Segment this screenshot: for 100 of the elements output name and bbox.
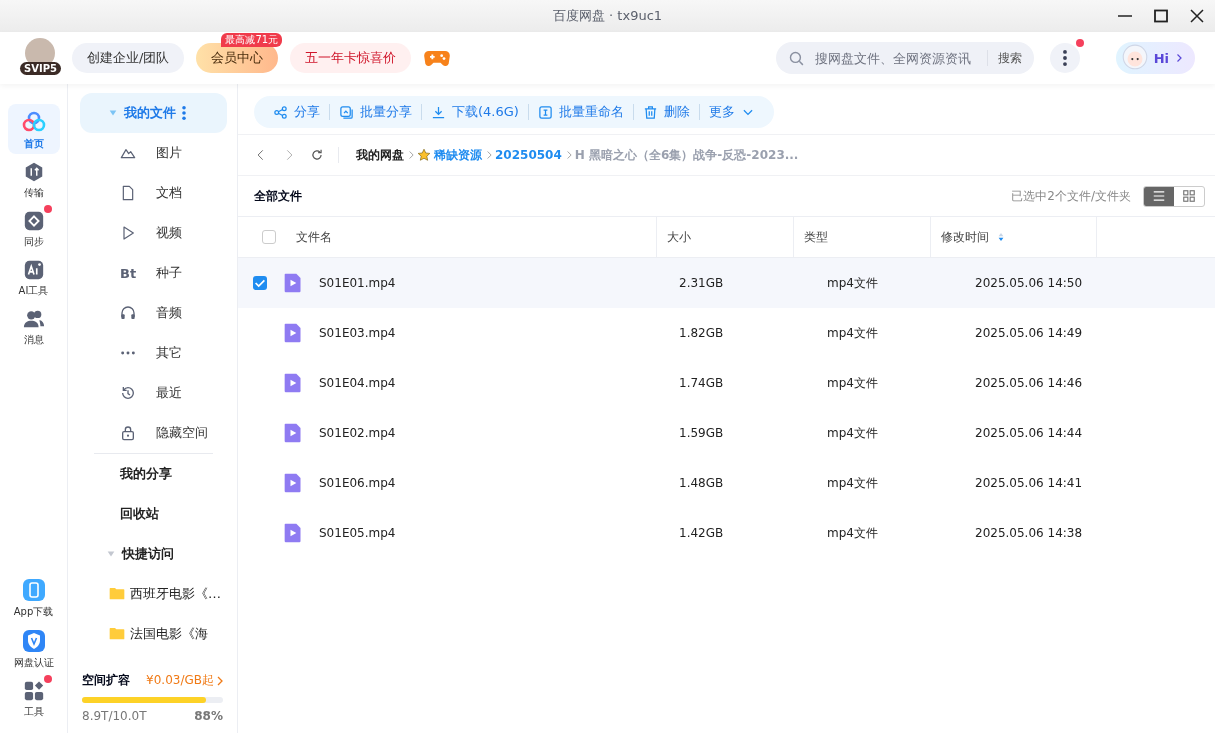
folder-icon [108,586,126,602]
share-icon [273,104,288,120]
category-item[interactable]: 文档 [80,173,227,213]
rail-label: 网盘认证 [13,656,54,670]
rail-label: 同步 [23,235,44,249]
folder-icon [108,626,126,642]
toolbar-button[interactable]: 删除 [632,104,699,120]
batch-share-icon [339,104,354,120]
video-file-icon [283,272,303,294]
file-name[interactable]: S01E05.mp4 [319,526,668,540]
toolbar-button[interactable]: 分享 [264,104,329,120]
video-file-icon [283,322,303,344]
file-name[interactable]: S01E03.mp4 [319,326,668,340]
category-item[interactable]: Bt 种子 [80,253,227,293]
file-row[interactable]: S01E02.mp4 1.59GB mp4文件 2025.05.06 14:44 [238,408,1215,458]
file-name[interactable]: S01E02.mp4 [319,426,668,440]
file-name[interactable]: S01E04.mp4 [319,376,668,390]
toolbar-button[interactable]: 批量重命名 [527,104,633,120]
video-file-icon [283,522,303,544]
category-item[interactable]: 视频 [80,213,227,253]
breadcrumb-item[interactable]: 我的网盘 [356,146,404,164]
table-cell-text: mp4文件 [826,424,879,442]
category-item[interactable]: 音频 [80,293,227,333]
column-header[interactable]: 文件名 [238,217,657,257]
toolbar-button[interactable]: 批量分享 [329,104,421,120]
file-row[interactable]: S01E01.mp4 2.31GB mp4文件 2025.05.06 14:50 [238,258,1215,308]
file-name[interactable]: S01E01.mp4 [319,276,668,290]
table-cell-text: 2025.05.06 14:46 [974,376,1083,390]
table-cell-text: 1.82GB [678,326,725,340]
trash-icon [642,104,658,120]
file-row[interactable]: S01E03.mp4 1.82GB mp4文件 2025.05.06 14:49 [238,308,1215,358]
search-button[interactable]: 搜索 [986,50,1022,66]
category-item[interactable]: 图片 [80,133,227,173]
close-icon [1189,8,1205,24]
quick-access-folder[interactable]: 西班牙电影《… [80,574,227,614]
lock-icon [120,425,136,441]
rail-label: 传输 [23,186,44,200]
people-icon [22,308,45,330]
breadcrumb-item[interactable]: 稀缺资源 [434,146,482,164]
toolbar-button[interactable]: 下载(4.6G) [421,104,528,120]
shield-icon [21,629,46,653]
rail-nav-item[interactable]: 传输 [7,155,60,203]
table-cell-text: mp4文件 [826,524,879,542]
storage-percent: 88% [194,709,223,723]
rail-nav-item[interactable]: 首页 [7,104,60,154]
file-row[interactable]: S01E06.mp4 1.48GB mp4文件 2025.05.06 14:41 [238,458,1215,508]
minimize-icon [1118,15,1132,17]
promo-button[interactable]: 五一年卡惊喜价 [290,43,412,73]
table-cell-text: 2025.05.06 14:49 [974,326,1083,340]
sidebar-link[interactable]: 回收站 [80,494,227,534]
create-team-button[interactable]: 创建企业/团队 [72,43,185,73]
quick-access-header[interactable]: 快捷访问 [80,534,227,574]
toolbar-button[interactable]: 更多 [698,104,764,120]
category-item[interactable]: 隐藏空间 [80,413,227,453]
rail-label: 消息 [23,333,44,347]
column-header[interactable]: 修改时间 [931,217,1097,257]
category-item[interactable]: 最近 [80,373,227,413]
select-all-checkbox[interactable] [262,230,276,244]
column-header[interactable]: 类型 [794,217,931,257]
sort-icon [997,231,1005,243]
rail-nav-item[interactable]: 同步 [7,204,60,252]
refresh-icon[interactable] [310,148,324,162]
table-cell-text: 2025.05.06 14:38 [974,526,1083,540]
discount-badge: 最高减71元 [221,33,283,47]
table-cell-text: 1.74GB [678,376,725,390]
list-view-toggle[interactable] [1144,186,1174,206]
row-checkbox[interactable] [253,276,267,290]
kebab-icon [1062,50,1067,66]
file-row[interactable]: S01E04.mp4 1.74GB mp4文件 2025.05.06 14:46 [238,358,1215,408]
my-files-item[interactable]: 我的文件 [80,93,227,133]
video-file-icon [283,422,303,444]
sync-icon [22,210,45,232]
quick-access-folder[interactable]: 法国电影《海 [80,614,227,654]
rail-nav-item[interactable]: App下载 [7,572,60,622]
file-row[interactable]: S01E05.mp4 1.42GB mp4文件 2025.05.06 14:38 [238,508,1215,558]
column-header[interactable]: 大小 [657,217,794,257]
storage-used: 8.9T/10.0T [82,709,147,723]
rail-nav-item[interactable]: 网盘认证 [7,623,60,673]
phone-icon [21,578,46,602]
file-name[interactable]: S01E06.mp4 [319,476,668,490]
sidebar-link[interactable]: 我的分享 [80,454,227,494]
grid-icon [1182,189,1196,203]
rail-nav-item[interactable]: AI工具 [7,253,60,301]
table-cell-text: mp4文件 [826,274,879,292]
chevron-right-icon [217,675,223,686]
category-item[interactable]: 其它 [80,333,227,373]
table-cell-text: mp4文件 [826,324,879,342]
table-cell-text: 2025.05.06 14:41 [974,476,1083,490]
search-field[interactable]: 搜网盘文件、全网资源资讯 搜索 [775,42,1034,74]
table-cell-text: 2025.05.06 14:50 [974,276,1083,290]
download-icon [431,104,446,120]
storage-title: 空间扩容 [82,672,130,689]
rail-nav-item[interactable]: 工具 [7,674,60,722]
rail-nav-item[interactable]: 消息 [7,302,60,350]
assistant-button[interactable]: Hi [1115,42,1195,74]
video-file-icon [283,472,303,494]
list-icon [1152,189,1166,203]
breadcrumb-item: H 黑暗之心（全6集）战争-反恐-2023... [574,146,799,164]
headphones-icon [120,305,136,321]
kebab-icon[interactable] [182,106,186,120]
